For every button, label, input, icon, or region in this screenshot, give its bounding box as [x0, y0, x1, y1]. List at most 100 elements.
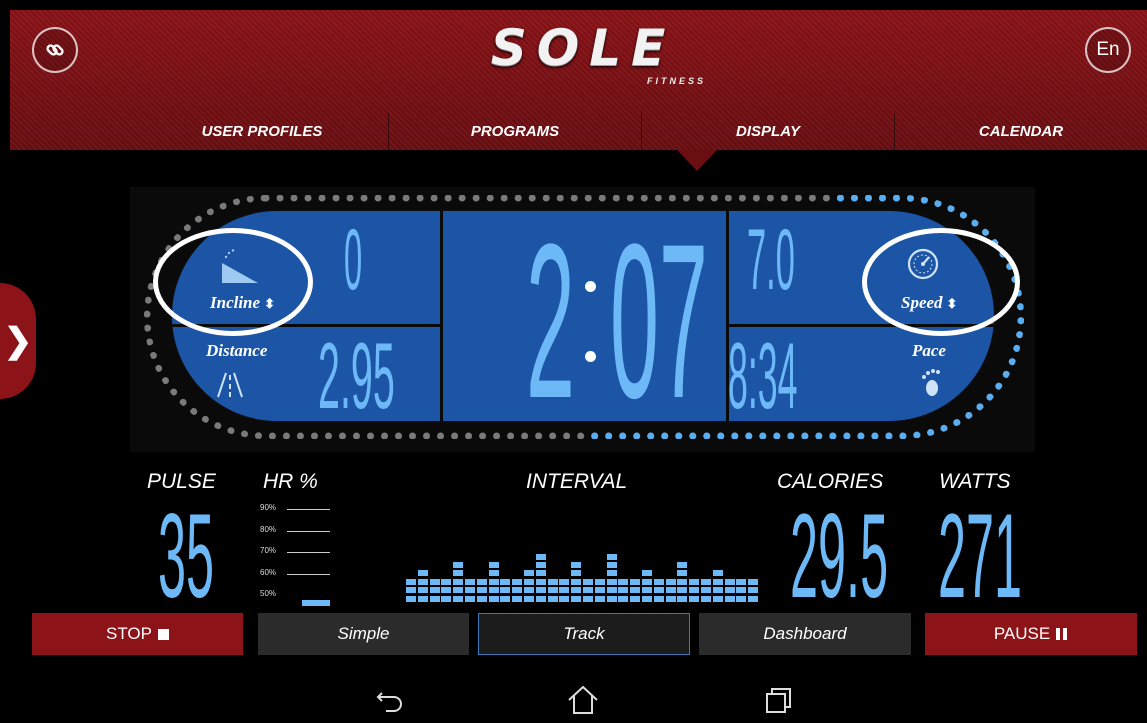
interval-segment — [559, 578, 570, 585]
link-icon — [46, 44, 64, 56]
interval-segment — [689, 595, 700, 602]
interval-segment — [453, 595, 464, 602]
interval-segment — [736, 578, 747, 585]
recent-apps-icon[interactable] — [763, 684, 795, 716]
interval-segment — [535, 578, 546, 585]
home-icon[interactable] — [566, 684, 600, 716]
interval-segment — [465, 587, 475, 594]
interval-segment — [630, 587, 641, 594]
interval-segment — [453, 562, 464, 568]
interval-segment — [500, 578, 511, 585]
interval-segment — [488, 578, 499, 585]
interval-segment — [724, 587, 735, 594]
hr-percent-label: HR % — [263, 470, 318, 493]
interval-segment — [535, 595, 546, 602]
interval-segment — [535, 562, 546, 568]
interval-segment — [476, 578, 487, 585]
tab-calendar[interactable]: CALENDAR — [895, 113, 1147, 150]
pause-icon — [1056, 628, 1068, 640]
simple-view-button[interactable]: Simple — [258, 613, 469, 655]
interval-segment — [712, 595, 723, 602]
track-label: Track — [563, 624, 605, 643]
interval-segment — [712, 578, 723, 585]
incline-value: 0 — [344, 212, 363, 308]
interval-segment — [535, 587, 546, 594]
hr-gridline — [287, 574, 330, 575]
elapsed-minutes: 2 — [526, 209, 575, 423]
interval-segment — [701, 587, 711, 594]
interval-segment — [524, 570, 534, 577]
hr-gridline — [287, 531, 330, 532]
interval-segment — [701, 595, 711, 602]
interval-segment — [618, 595, 629, 602]
dashboard-view-button[interactable]: Dashboard — [699, 613, 911, 655]
interval-segment — [476, 587, 487, 594]
calories-value: 29.5 — [790, 489, 889, 623]
interval-segment — [653, 595, 664, 602]
tab-user-profiles[interactable]: USER PROFILES — [136, 113, 389, 150]
footprint-icon — [922, 369, 940, 396]
interval-segment — [642, 570, 652, 577]
interval-segment — [630, 578, 641, 585]
interval-segment — [689, 587, 700, 594]
speed-highlight-ring — [862, 228, 1020, 336]
interval-segment — [642, 587, 652, 594]
interval-segment — [406, 595, 416, 602]
interval-segment — [488, 595, 499, 602]
interval-segment — [665, 595, 676, 602]
distance-label: Distance — [206, 341, 268, 360]
interval-profile-chart — [406, 500, 760, 604]
interval-segment — [583, 578, 593, 585]
link-button[interactable] — [32, 27, 78, 73]
speed-value: 7.0 — [747, 212, 795, 308]
interval-segment — [524, 578, 534, 585]
interval-segment — [429, 587, 440, 594]
interval-segment — [677, 587, 688, 594]
interval-segment — [441, 595, 452, 602]
stop-button[interactable]: STOP — [32, 613, 243, 655]
interval-segment — [677, 578, 688, 585]
interval-segment — [606, 578, 617, 585]
interval-segment — [594, 578, 605, 585]
interval-segment — [488, 570, 499, 577]
interval-label: INTERVAL — [526, 470, 628, 493]
interval-segment — [606, 562, 617, 568]
interval-segment — [665, 578, 676, 585]
tab-display[interactable]: DISPLAY — [642, 113, 895, 150]
interval-segment — [512, 578, 523, 585]
back-icon[interactable] — [374, 684, 406, 716]
elapsed-seconds: 07 — [610, 209, 708, 423]
interval-segment — [689, 578, 700, 585]
interval-segment — [571, 595, 582, 602]
side-drawer-toggle[interactable]: ❯ — [0, 283, 36, 399]
pause-label: PAUSE — [993, 624, 1051, 643]
interval-segment — [453, 570, 464, 577]
hr-tick-label: 80% — [260, 525, 277, 534]
pause-button[interactable]: PAUSE — [925, 613, 1137, 655]
language-button[interactable]: En — [1085, 27, 1131, 73]
interval-segment — [571, 570, 582, 577]
interval-segment — [441, 587, 452, 594]
incline-highlight-ring — [153, 228, 313, 336]
interval-segment — [736, 587, 747, 594]
simple-label: Simple — [337, 624, 390, 643]
interval-segment — [653, 587, 664, 594]
interval-segment — [547, 587, 558, 594]
interval-segment — [748, 578, 759, 585]
interval-segment — [618, 578, 629, 585]
interval-segment — [653, 578, 664, 585]
interval-segment — [417, 587, 428, 594]
watts-value: 271 — [938, 489, 1023, 623]
interval-segment — [712, 587, 723, 594]
interval-segment — [559, 595, 570, 602]
tab-programs[interactable]: PROGRAMS — [389, 113, 642, 150]
interval-segment — [630, 595, 641, 602]
interval-segment — [441, 578, 452, 585]
pace-value: 8:34 — [728, 323, 798, 423]
interval-segment — [453, 587, 464, 594]
interval-segment — [606, 587, 617, 594]
track-view-button[interactable]: Track — [478, 613, 690, 655]
interval-segment — [488, 587, 499, 594]
interval-segment — [724, 578, 735, 585]
hr-tick-label: 90% — [260, 503, 277, 512]
